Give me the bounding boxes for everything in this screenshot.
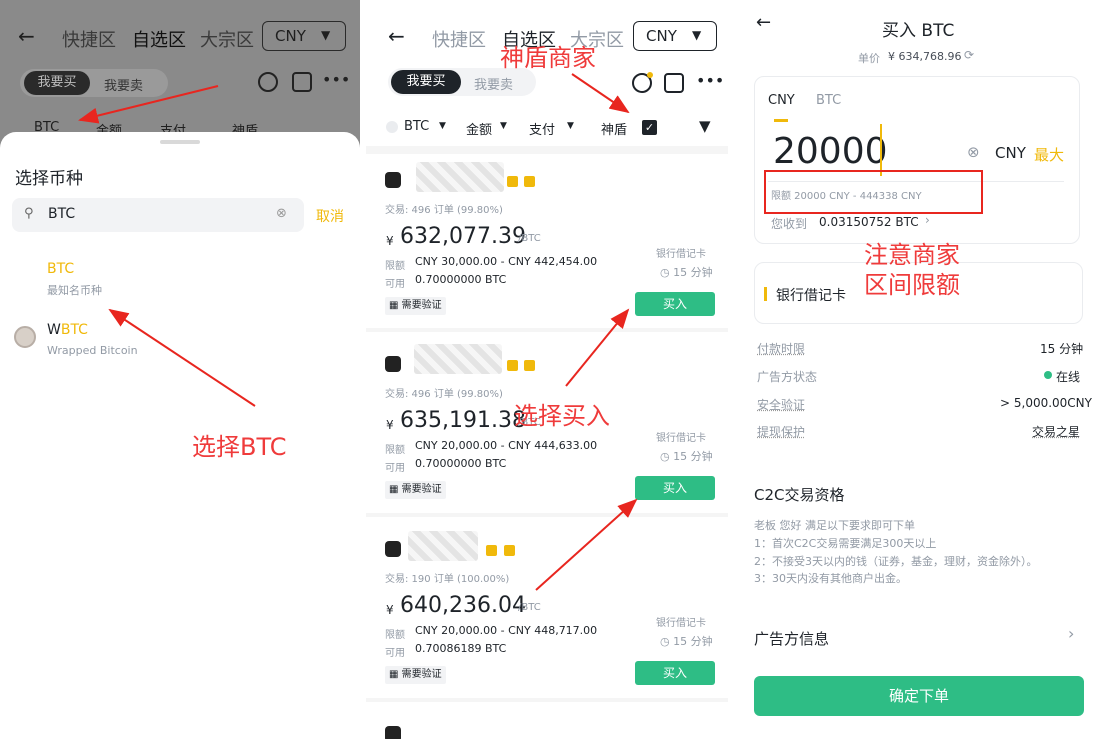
pay-method-marker [764,287,767,301]
annotation-merchant-limit: 注意商家 区间限额 [864,241,960,299]
confirm-order-button[interactable]: 确定下单 [754,676,1084,716]
online-dot [1044,371,1052,379]
refresh-icon[interactable]: ⟳ [964,48,974,62]
tab-indicator [774,119,788,122]
receive-value: 0.03150752 BTC [819,215,919,229]
amount-input[interactable]: 20000 [773,131,888,172]
advertiser-status: 在线 [1056,370,1081,384]
buy-btc-panel: ← 买入 BTC 单价 ¥ 634,768.96 ⟳ CNY BTC 20000… [738,0,1099,739]
annotation-arrows [535,73,638,591]
amount-currency: CNY [995,144,1026,162]
text-cursor [880,124,882,176]
qualification-title: C2C交易资格 [754,486,845,504]
coin-select-panel: ← 快捷区 自选区 大宗区 CNY ▼ 我要买 我要卖 ••• BTC 金额 支… [0,0,360,739]
annotation-limit-box [764,170,983,214]
unit-price: ¥ 634,768.96 [888,50,962,63]
max-button[interactable]: 最大 [1034,144,1064,165]
security-verify-value: > 5,000.00CNY [1000,396,1092,410]
chevron-right-icon: › [925,213,930,227]
tab-btc[interactable]: BTC [816,93,841,108]
pay-time-value: 15 分钟 [1040,342,1084,356]
back-button[interactable]: ← [756,12,771,33]
annotation-arrows [78,85,256,407]
page-title: 买入 BTC [882,21,955,41]
advertiser-info-link[interactable]: 广告方信息 [754,628,829,649]
chevron-right-icon: › [1068,624,1075,643]
pay-method-label: 银行借记卡 [776,288,846,304]
ad-list-panel: ← 快捷区 自选区 大宗区 CNY ▼ 我要买 我要卖 ••• BTC ▼ 金额… [366,0,728,739]
withdraw-protection-value[interactable]: 交易之星 [1032,423,1080,440]
amount-card: CNY BTC 20000 ⊗ CNY 最大 限额 20000 CNY - 44… [754,76,1080,244]
tab-cny[interactable]: CNY [768,93,795,108]
clear-icon[interactable]: ⊗ [967,143,980,161]
